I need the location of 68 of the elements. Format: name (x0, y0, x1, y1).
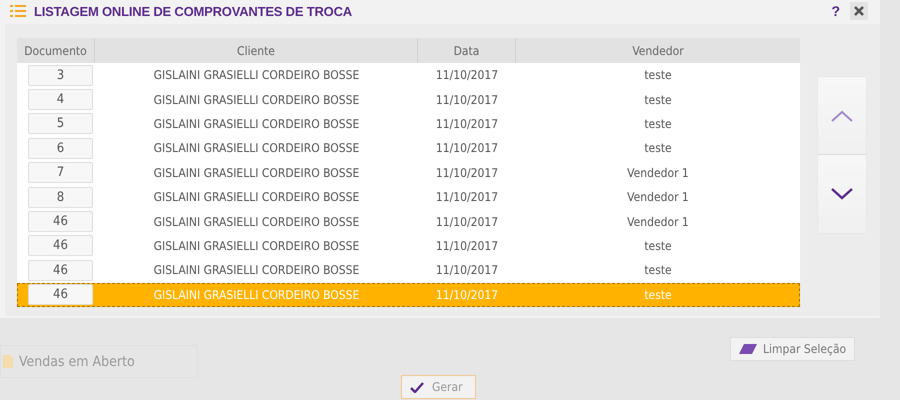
table-cell-text: GISLAINI GRASIELLI CORDEIRO BOSSE (152, 116, 360, 131)
table-cell-text: GISLAINI GRASIELLI CORDEIRO BOSSE (152, 263, 360, 278)
document-button[interactable]: 5 (28, 113, 93, 134)
table-row[interactable]: 4 GISLAINI GRASIELLI CORDEIRO BOSSE 11/10/2017 teste (17, 87, 800, 112)
table-cell-text: GISLAINI GRASIELLI CORDEIRO BOSSE (152, 68, 360, 82)
table-cell-text: 11/10/2017 (434, 263, 500, 278)
clear-selection-button[interactable]: Limpar Seleção (730, 337, 856, 361)
table-cell-text: teste (643, 263, 673, 278)
document-button[interactable]: 3 (28, 64, 93, 86)
table-cell-text: 11/10/2017 (434, 166, 500, 180)
table-cell-text: Vendedor 1 (626, 190, 690, 204)
column-header[interactable]: Vendedor (516, 38, 800, 63)
table-row[interactable]: 46 GISLAINI GRASIELLI CORDEIRO BOSSE 11/10/2017 teste (17, 258, 800, 283)
table-cell-text: 11/10/2017 (434, 141, 500, 156)
table-cell-text: GISLAINI GRASIELLI CORDEIRO BOSSE (152, 190, 360, 204)
table-cell-text: GISLAINI GRASIELLI CORDEIRO BOSSE (152, 238, 360, 253)
table-row[interactable]: 5 GISLAINI GRASIELLI CORDEIRO BOSSE 11/10/2017 teste (17, 112, 800, 136)
scroll-down-button[interactable] (818, 155, 866, 233)
table-cell-text: GISLAINI GRASIELLI CORDEIRO BOSSE (152, 166, 360, 180)
chevron-down-icon (831, 188, 853, 200)
table-row[interactable]: 8 GISLAINI GRASIELLI CORDEIRO BOSSE 11/10/2017 Vendedor 1 (17, 184, 800, 210)
column-header[interactable]: Data (418, 38, 516, 63)
table-cell-text: GISLAINI GRASIELLI CORDEIRO BOSSE (152, 92, 360, 107)
table-cell-text: 11/10/2017 (434, 116, 500, 131)
table-cell-text: 11/10/2017 (434, 288, 500, 302)
table-cell-text: Vendedor 1 (626, 214, 690, 229)
table-cell-text: 11/10/2017 (434, 238, 500, 253)
column-header[interactable]: Cliente (95, 38, 418, 63)
document-button[interactable]: 4 (28, 89, 93, 110)
table-row[interactable]: 7 GISLAINI GRASIELLI CORDEIRO BOSSE 11/10/2017 Vendedor 1 (17, 160, 800, 185)
help-button[interactable]: ? (829, 3, 842, 19)
selected-row[interactable]: 46 GISLAINI GRASIELLI CORDEIRO BOSSE 11/10/2017 teste (17, 282, 800, 307)
scroll-up-button[interactable] (818, 77, 866, 155)
document-button[interactable]: 7 (28, 162, 93, 184)
close-icon (854, 6, 864, 16)
table-cell-text: teste (643, 238, 673, 253)
document-button[interactable]: 8 (28, 186, 93, 208)
document-button[interactable]: 46 (28, 211, 93, 232)
window-title: LISTAGEM ONLINE DE COMPROVANTES DE TROCA (34, 4, 353, 18)
table-row[interactable]: 6 GISLAINI GRASIELLI CORDEIRO BOSSE 11/10/2017 teste (17, 136, 800, 161)
document-button[interactable]: 6 (28, 138, 93, 159)
document-icon (3, 355, 13, 368)
document-button[interactable]: 46 (28, 260, 93, 281)
table-cell-text: GISLAINI GRASIELLI CORDEIRO BOSSE (152, 288, 360, 302)
document-button[interactable]: 46 (28, 235, 93, 256)
table-row[interactable]: 3 GISLAINI GRASIELLI CORDEIRO BOSSE 11/10/2017 teste (17, 63, 800, 88)
table-row[interactable]: 46 GISLAINI GRASIELLI CORDEIRO BOSSE 11/10/2017 Vendedor 1 (17, 209, 800, 234)
table-cell-text: 11/10/2017 (434, 214, 500, 229)
table-row[interactable]: 46 GISLAINI GRASIELLI CORDEIRO BOSSE 11/10/2017 teste (17, 234, 800, 258)
table-cell-text: 11/10/2017 (434, 92, 500, 107)
table-cell-text: teste (643, 116, 673, 131)
column-header[interactable]: Documento (17, 38, 95, 63)
table-cell-text: teste (643, 92, 673, 107)
table-cell-text: GISLAINI GRASIELLI CORDEIRO BOSSE (152, 141, 360, 156)
document-button[interactable]: 46 (28, 284, 93, 306)
table-cell-text: teste (643, 288, 673, 302)
background-tab-label: Vendas em Aberto (19, 354, 135, 370)
table-cell-text: teste (643, 68, 673, 82)
list-icon (10, 4, 26, 18)
table-cell-text: 11/10/2017 (434, 68, 500, 82)
table-cell-text: teste (643, 141, 673, 156)
check-icon (410, 382, 424, 392)
eraser-icon (739, 344, 757, 354)
chevron-up-icon (831, 110, 853, 122)
table-cell-text: GISLAINI GRASIELLI CORDEIRO BOSSE (152, 214, 360, 229)
close-button[interactable] (850, 2, 868, 20)
table-cell-text: Vendedor 1 (626, 166, 690, 180)
table-cell-text: 11/10/2017 (434, 190, 500, 204)
